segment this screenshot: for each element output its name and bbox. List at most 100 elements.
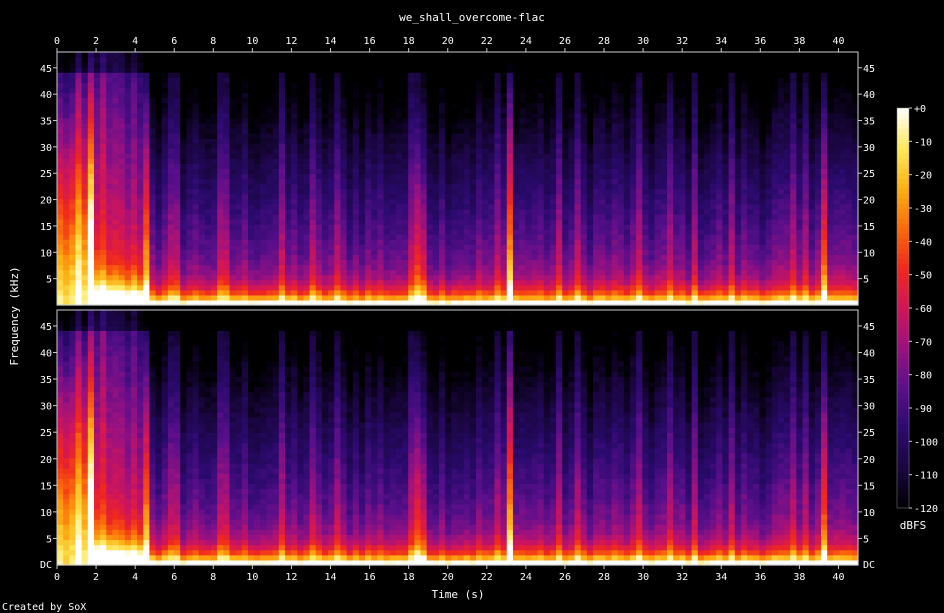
y-tick-label: 45 — [40, 322, 52, 333]
colorbar-tick-label: -120 — [914, 504, 938, 515]
colorbar-tick-label: -10 — [914, 137, 932, 148]
colorbar-segment — [897, 498, 909, 504]
colorbar-tick-label: -110 — [914, 471, 938, 482]
colorbar-segment — [897, 213, 909, 219]
y-tick-label-right: 30 — [863, 143, 875, 154]
colorbar-segment — [897, 163, 909, 169]
colorbar-segment — [897, 473, 909, 479]
spectrogram-chart: we_shall_overcome-flac Frequency (kHz) T… — [0, 0, 944, 613]
colorbar-tick-label: -90 — [914, 404, 932, 415]
colorbar-segment — [897, 348, 909, 354]
colorbar-segment — [897, 148, 909, 154]
colorbar-segment — [897, 373, 909, 379]
y-tick-label-right: 30 — [863, 402, 875, 413]
colorbar-segment — [897, 418, 909, 424]
y-tick-label: 5 — [46, 534, 52, 545]
colorbar-segment — [897, 198, 909, 204]
dc-label: DC — [40, 560, 52, 571]
colorbar-segment — [897, 278, 909, 284]
colorbar-segment — [897, 448, 909, 454]
colorbar-segment — [897, 243, 909, 249]
colorbar-segment — [897, 413, 909, 419]
y-tick-label: 15 — [40, 222, 52, 233]
colorbar-segment — [897, 423, 909, 429]
colorbar-segment — [897, 393, 909, 399]
x-tick-label-top: 34 — [715, 36, 727, 47]
colorbar-tick-label: -20 — [914, 171, 932, 182]
colorbar-segment — [897, 153, 909, 159]
y-tick-label: 20 — [40, 455, 52, 466]
y-tick-label-right: 10 — [863, 508, 875, 519]
x-tick-label: 36 — [754, 572, 766, 583]
x-tick-label-top: 40 — [832, 36, 844, 47]
y-tick-label: 40 — [40, 349, 52, 360]
colorbar-segment — [897, 388, 909, 394]
x-tick-label-top: 18 — [403, 36, 415, 47]
y-tick-label: 20 — [40, 196, 52, 207]
colorbar-tick-label: -60 — [914, 304, 932, 315]
colorbar-segment — [897, 283, 909, 289]
dc-label-right: DC — [863, 560, 875, 571]
x-tick-label-top: 0 — [54, 36, 60, 47]
x-tick-label-top: 24 — [520, 36, 532, 47]
colorbar-segment — [897, 338, 909, 344]
x-tick-label: 28 — [598, 572, 610, 583]
y-tick-label: 15 — [40, 481, 52, 492]
x-tick-label-top: 36 — [754, 36, 766, 47]
colorbar-segment — [897, 258, 909, 264]
colorbar-segment — [897, 363, 909, 369]
x-tick-label: 12 — [285, 572, 297, 583]
colorbar-segment — [897, 368, 909, 374]
x-tick-label: 24 — [520, 572, 532, 583]
spectrogram-channel-1 — [56, 51, 859, 306]
x-tick-label: 14 — [324, 572, 336, 583]
colorbar-segment — [897, 108, 909, 114]
y-tick-label: 25 — [40, 169, 52, 180]
colorbar-segment — [897, 458, 909, 464]
colorbar-segment — [897, 443, 909, 449]
colorbar-segment — [897, 453, 909, 459]
x-tick-label: 4 — [132, 572, 138, 583]
colorbar-segment — [897, 168, 909, 174]
x-tick-label: 32 — [676, 572, 688, 583]
colorbar-segment — [897, 273, 909, 279]
colorbar-tick-label: -70 — [914, 337, 932, 348]
x-tick-label-top: 26 — [559, 36, 571, 47]
colorbar-segment — [897, 328, 909, 334]
colorbar-segment — [897, 238, 909, 244]
colorbar-segment — [897, 188, 909, 194]
colorbar-segment — [897, 208, 909, 214]
x-tick-label-top: 30 — [637, 36, 649, 47]
colorbar-segment — [897, 178, 909, 184]
y-tick-label-right: 25 — [863, 428, 875, 439]
spectrogram-channel-2 — [56, 309, 859, 566]
colorbar-segment — [897, 483, 909, 489]
x-tick-label: 0 — [54, 572, 60, 583]
colorbar-segment — [897, 333, 909, 339]
y-tick-label-right: 45 — [863, 322, 875, 333]
credit-text: Created by SoX — [2, 602, 86, 613]
colorbar-segment — [897, 403, 909, 409]
colorbar-segment — [897, 428, 909, 434]
colorbar-segment — [897, 323, 909, 329]
colorbar-tick-label: -50 — [914, 271, 932, 282]
colorbar-segment — [897, 138, 909, 144]
colorbar-segment — [897, 293, 909, 299]
x-axis-label: Time (s) — [432, 588, 485, 601]
colorbar-segment — [897, 123, 909, 129]
y-tick-label: 45 — [40, 64, 52, 75]
x-tick-label-top: 14 — [324, 36, 336, 47]
x-tick-label: 16 — [364, 572, 376, 583]
colorbar-segment — [897, 408, 909, 414]
x-tick-label: 30 — [637, 572, 649, 583]
x-tick-label-top: 20 — [442, 36, 454, 47]
colorbar-segment — [897, 298, 909, 304]
y-tick-label: 25 — [40, 428, 52, 439]
colorbar-segment — [897, 218, 909, 224]
x-tick-label: 22 — [481, 572, 493, 583]
colorbar-segment — [897, 353, 909, 359]
y-tick-label: 10 — [40, 508, 52, 519]
colorbar-segment — [897, 488, 909, 494]
colorbar-label: dBFS — [900, 519, 927, 532]
x-tick-label: 26 — [559, 572, 571, 583]
